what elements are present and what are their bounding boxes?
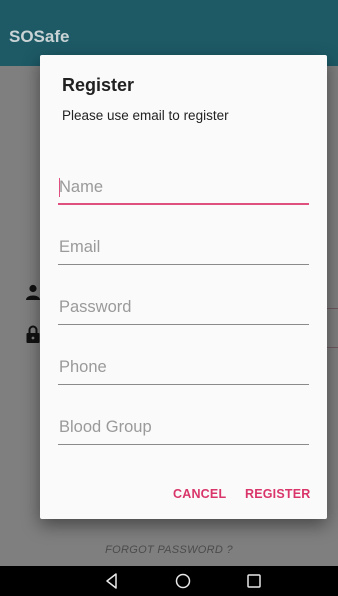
field-underline — [58, 444, 309, 445]
email-field[interactable] — [58, 231, 310, 265]
register-button[interactable]: REGISTER — [243, 483, 313, 505]
phone-input[interactable] — [58, 351, 310, 383]
name-field[interactable] — [58, 171, 310, 205]
field-underline — [58, 324, 309, 325]
field-underline — [58, 264, 309, 265]
blood-group-field[interactable] — [58, 411, 310, 445]
lock-icon — [26, 325, 40, 343]
blood-group-input[interactable] — [58, 411, 310, 443]
home-nav-icon[interactable] — [174, 572, 192, 590]
password-input[interactable] — [58, 291, 310, 323]
password-field[interactable] — [58, 291, 310, 325]
text-caret — [59, 178, 60, 197]
system-nav-bar — [0, 566, 338, 596]
register-dialog: Register Please use email to register CA… — [40, 55, 327, 519]
dialog-subtitle: Please use email to register — [62, 108, 229, 123]
forgot-password-link[interactable]: FORGOT PASSWORD ? — [0, 544, 338, 556]
person-icon — [26, 284, 40, 300]
app-title: SOSafe — [9, 27, 70, 46]
back-nav-icon[interactable] — [103, 572, 121, 590]
cancel-button[interactable]: CANCEL — [171, 483, 228, 505]
field-underline — [58, 384, 309, 385]
phone-field[interactable] — [58, 351, 310, 385]
dialog-title: Register — [62, 75, 135, 95]
recent-apps-icon[interactable] — [245, 572, 263, 590]
name-input[interactable] — [58, 171, 310, 203]
email-input[interactable] — [58, 231, 310, 263]
field-underline — [58, 203, 309, 205]
